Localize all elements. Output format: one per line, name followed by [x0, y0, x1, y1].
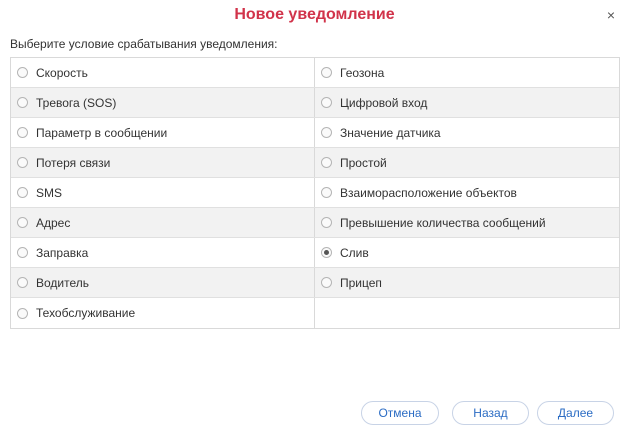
- option-label: Превышение количества сообщений: [340, 215, 546, 230]
- close-icon[interactable]: ×: [603, 7, 619, 23]
- option-label: Взаиморасположение объектов: [340, 185, 517, 200]
- radio-icon[interactable]: [321, 217, 332, 228]
- option-label: Прицеп: [340, 275, 382, 290]
- option-sensor-value[interactable]: Значение датчика: [315, 118, 619, 147]
- option-row: Скорость Геозона: [11, 58, 619, 88]
- option-objects-position[interactable]: Взаиморасположение объектов: [315, 178, 619, 207]
- option-maintenance[interactable]: Техобслуживание: [11, 298, 315, 328]
- radio-icon[interactable]: [321, 277, 332, 288]
- option-label: SMS: [36, 185, 63, 200]
- option-row: Заправка Слив: [11, 238, 619, 268]
- radio-icon[interactable]: [17, 127, 28, 138]
- radio-icon[interactable]: [17, 157, 28, 168]
- option-row: Параметр в сообщении Значение датчика: [11, 118, 619, 148]
- option-message-parameter[interactable]: Параметр в сообщении: [11, 118, 315, 147]
- radio-icon[interactable]: [321, 127, 332, 138]
- option-label: Заправка: [36, 245, 89, 260]
- radio-icon[interactable]: [321, 67, 332, 78]
- option-trailer[interactable]: Прицеп: [315, 268, 619, 297]
- option-row: Водитель Прицеп: [11, 268, 619, 298]
- option-sms[interactable]: SMS: [11, 178, 315, 207]
- radio-icon[interactable]: [17, 187, 28, 198]
- condition-prompt: Выберите условие срабатывания уведомлени…: [10, 37, 278, 51]
- option-label: Значение датчика: [340, 125, 441, 140]
- radio-icon[interactable]: [17, 67, 28, 78]
- back-button[interactable]: Назад: [452, 401, 529, 425]
- option-message-count-exceeded[interactable]: Превышение количества сообщений: [315, 208, 619, 237]
- radio-icon[interactable]: [17, 247, 28, 258]
- radio-checked-icon[interactable]: [321, 247, 332, 258]
- option-digital-input[interactable]: Цифровой вход: [315, 88, 619, 117]
- option-row: SMS Взаиморасположение объектов: [11, 178, 619, 208]
- option-label: Параметр в сообщении: [36, 125, 168, 140]
- option-connection-loss[interactable]: Потеря связи: [11, 148, 315, 177]
- option-label: Потеря связи: [36, 155, 111, 170]
- option-geofence[interactable]: Геозона: [315, 58, 619, 87]
- cancel-button[interactable]: Отмена: [361, 401, 439, 425]
- option-speed[interactable]: Скорость: [11, 58, 315, 87]
- radio-icon[interactable]: [321, 187, 332, 198]
- condition-options-grid: Скорость Геозона Тревога (SOS) Цифровой …: [10, 57, 620, 329]
- option-label: Скорость: [36, 65, 88, 80]
- option-idling[interactable]: Простой: [315, 148, 619, 177]
- option-label: Тревога (SOS): [36, 95, 117, 110]
- option-row: Тревога (SOS) Цифровой вход: [11, 88, 619, 118]
- empty-cell: [315, 298, 619, 328]
- option-label: Цифровой вход: [340, 95, 428, 110]
- option-label: Адрес: [36, 215, 71, 230]
- option-label: Техобслуживание: [36, 306, 136, 320]
- dialog-title: Новое уведомление: [234, 6, 395, 23]
- notification-dialog: Новое уведомление × Выберите условие сра…: [0, 0, 629, 441]
- option-row: Техобслуживание: [11, 298, 619, 328]
- radio-icon[interactable]: [17, 307, 28, 319]
- radio-icon[interactable]: [321, 97, 332, 108]
- option-label: Водитель: [36, 275, 90, 290]
- option-driver[interactable]: Водитель: [11, 268, 315, 297]
- option-label: Геозона: [340, 65, 385, 80]
- option-label: Простой: [340, 155, 387, 170]
- radio-icon[interactable]: [17, 97, 28, 108]
- option-address[interactable]: Адрес: [11, 208, 315, 237]
- option-row: Потеря связи Простой: [11, 148, 619, 178]
- radio-icon[interactable]: [321, 157, 332, 168]
- next-button[interactable]: Далее: [537, 401, 614, 425]
- radio-icon[interactable]: [17, 277, 28, 288]
- option-refueling[interactable]: Заправка: [11, 238, 315, 267]
- radio-icon[interactable]: [17, 217, 28, 228]
- option-row: Адрес Превышение количества сообщений: [11, 208, 619, 238]
- option-sos[interactable]: Тревога (SOS): [11, 88, 315, 117]
- option-drain[interactable]: Слив: [315, 238, 619, 267]
- option-label: Слив: [340, 245, 369, 260]
